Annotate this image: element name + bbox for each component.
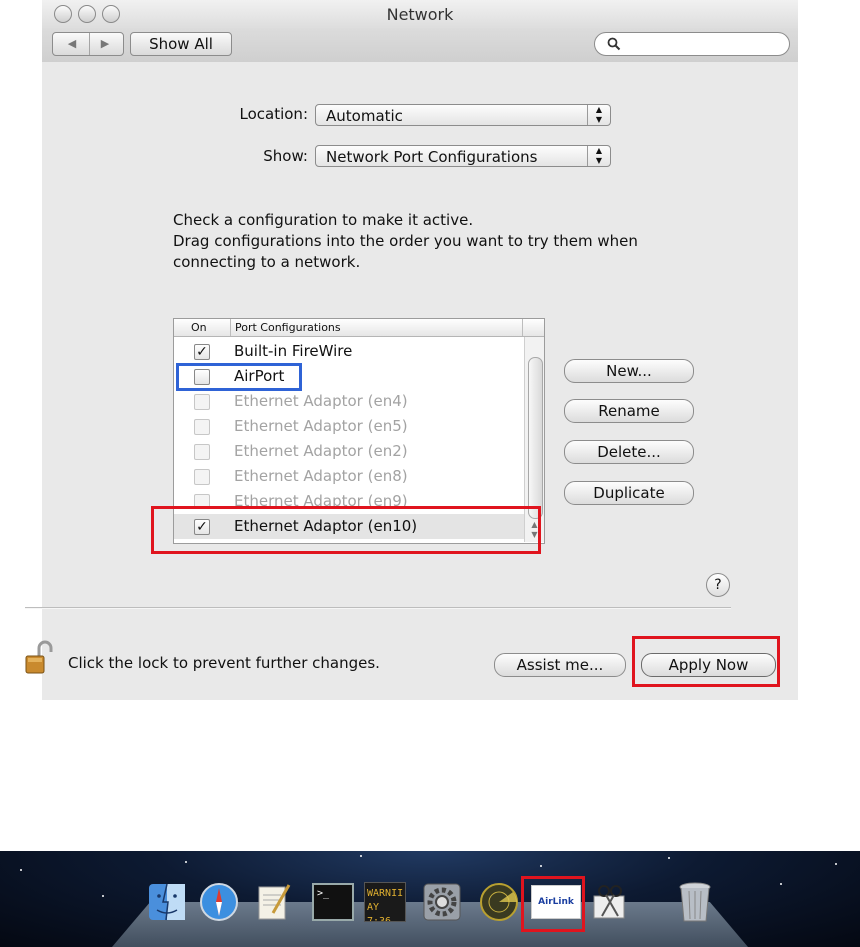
divider <box>25 607 731 609</box>
unlocked-padlock-icon[interactable] <box>24 640 54 676</box>
column-header-on[interactable]: On <box>191 319 207 336</box>
trash-icon[interactable] <box>674 879 716 925</box>
star <box>780 883 782 885</box>
textedit-icon[interactable] <box>254 879 296 925</box>
table-row[interactable]: Ethernet Adaptor (en8) <box>174 464 524 489</box>
help-button[interactable]: ? <box>706 573 730 597</box>
instruction-line: Check a configuration to make it active. <box>173 211 474 229</box>
location-label: Location: <box>239 105 309 123</box>
table-row[interactable]: Ethernet Adaptor (en4) <box>174 389 524 414</box>
show-popup[interactable]: Network Port Configurations ▲ ▼ <box>315 145 611 167</box>
network-utility-icon[interactable] <box>478 879 520 925</box>
star <box>185 861 187 863</box>
duplicate-button[interactable]: Duplicate <box>564 481 694 505</box>
assist-me-button[interactable]: Assist me... <box>494 653 626 677</box>
apply-now-highlight-box <box>632 636 780 687</box>
popup-arrows-icon: ▲ ▼ <box>587 146 610 166</box>
console-icon[interactable]: WARNII AY 7:36 <box>364 879 406 925</box>
show-value: Network Port Configurations <box>326 148 538 166</box>
scrollbar-thumb[interactable] <box>528 357 543 519</box>
airlink-dock-highlight-box <box>521 876 585 932</box>
row-checkbox[interactable] <box>194 444 210 460</box>
row-checkbox[interactable] <box>194 469 210 485</box>
show-all-button[interactable]: Show All <box>130 32 232 56</box>
column-header-port-configurations[interactable]: Port Configurations <box>230 319 341 336</box>
row-checkbox[interactable]: ✓ <box>194 344 210 360</box>
search-icon <box>607 37 621 51</box>
back-forward-control: ◀ ▶ <box>52 32 124 56</box>
star <box>360 855 362 857</box>
star <box>835 863 837 865</box>
instruction-line: Drag configurations into the order you w… <box>173 232 638 250</box>
table-row[interactable]: Ethernet Adaptor (en2) <box>174 439 524 464</box>
search-field[interactable] <box>594 32 790 56</box>
back-arrow-button[interactable]: ◀ <box>57 33 87 55</box>
row-label: Ethernet Adaptor (en8) <box>234 467 408 485</box>
row-checkbox[interactable] <box>194 419 210 435</box>
toolbar: ◀ ▶ Show All <box>42 28 798 62</box>
lock-status-text: Click the lock to prevent further change… <box>68 654 380 672</box>
star <box>668 857 670 859</box>
console-line: AY 7:36 <box>367 902 392 922</box>
window-title: Network <box>386 5 454 24</box>
rename-button[interactable]: Rename <box>564 399 694 423</box>
star <box>540 865 542 867</box>
instruction-line: connecting to a network. <box>173 253 361 271</box>
terminal-prompt: >_ <box>312 883 354 921</box>
grab-scissors-icon[interactable] <box>589 879 631 925</box>
show-label: Show: <box>263 147 308 165</box>
new-button[interactable]: New... <box>564 359 694 383</box>
location-popup[interactable]: Automatic ▲ ▼ <box>315 104 611 126</box>
table-header: On Port Configurations <box>174 319 544 337</box>
location-value: Automatic <box>326 107 403 125</box>
row-label: Built-in FireWire <box>234 342 353 360</box>
safari-icon[interactable] <box>198 879 240 925</box>
finder-icon[interactable] <box>146 879 188 925</box>
delete-button[interactable]: Delete... <box>564 440 694 464</box>
terminal-icon[interactable]: >_ <box>312 879 354 925</box>
row-label: Ethernet Adaptor (en5) <box>234 417 408 435</box>
table-row[interactable]: ✓ Built-in FireWire <box>174 339 524 364</box>
popup-arrows-icon: ▲ ▼ <box>587 105 610 125</box>
forward-arrow-button[interactable]: ▶ <box>89 33 120 55</box>
row-label: Ethernet Adaptor (en4) <box>234 392 408 410</box>
console-line: WARNII <box>367 888 404 899</box>
star <box>102 895 104 897</box>
table-row[interactable]: Ethernet Adaptor (en5) <box>174 414 524 439</box>
instructions-text: Check a configuration to make it active.… <box>173 210 713 273</box>
column-divider <box>522 319 523 336</box>
system-preferences-icon[interactable] <box>421 879 463 925</box>
airport-highlight-box <box>176 363 302 391</box>
row-label: Ethernet Adaptor (en2) <box>234 442 408 460</box>
row-checkbox[interactable] <box>194 394 210 410</box>
en10-highlight-box <box>151 506 541 554</box>
star <box>20 869 22 871</box>
title-bar[interactable]: Network <box>42 0 798 30</box>
